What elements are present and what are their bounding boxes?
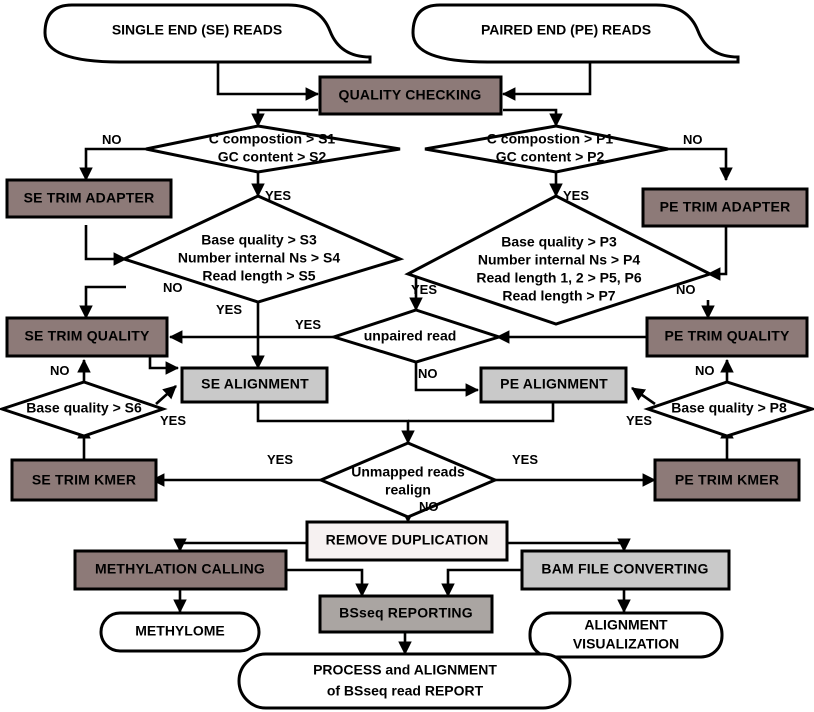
alignment-visualization-line2: VISUALIZATION [573, 636, 679, 652]
node-pe-trim-quality[interactable]: PE TRIM QUALITY [645, 316, 809, 358]
edge-quality-to-se-comp [251, 108, 318, 128]
node-se-trim-adapter[interactable]: SE TRIM ADAPTER [5, 178, 173, 219]
edge-pe-adapter-to-pe-qual [706, 225, 728, 281]
node-remove-duplication[interactable]: REMOVE DUPLICATION [305, 520, 509, 562]
edge-se-comp-no [79, 147, 148, 182]
pe-trim-quality-label: PE TRIM QUALITY [664, 328, 790, 344]
node-quality-checking[interactable]: QUALITY CHECKING [318, 75, 503, 116]
node-unmapped-reads-decision[interactable]: Unmapped reads realign [317, 441, 499, 519]
unpaired-read-label: unpaired read [364, 328, 457, 344]
node-alignment-visualization[interactable]: ALIGNMENT VISUALIZATION [528, 611, 724, 659]
final-report-line1: PROCESS and ALIGNMENT [313, 662, 497, 678]
edge-bam-to-bsseq [441, 568, 524, 598]
label-unmapped-yes-right: YES [512, 452, 538, 467]
unmapped-reads-shape [317, 441, 499, 519]
node-bsseq-reporting[interactable]: BSseq REPORTING [318, 594, 494, 634]
pe-trim-kmer-label: PE TRIM KMER [675, 472, 779, 488]
edge-pe-basequal-yes [631, 386, 656, 406]
edge-se-qual-no [79, 285, 126, 320]
quality-checking-label: QUALITY CHECKING [339, 87, 482, 103]
pe-alignment-label: PE ALIGNMENT [500, 376, 608, 392]
final-report-line2: of BSseq read REPORT [327, 683, 484, 699]
edge-quality-to-pe-comp [503, 108, 563, 128]
se-composition-line1: C compostion > S1 [209, 131, 336, 147]
node-se-composition-decision[interactable]: C compostion > S1 GC content > S2 [145, 124, 401, 174]
se-quality-line-1: Number internal Ns > S4 [178, 250, 340, 266]
node-pe-basequality-decision[interactable]: Base quality > P8 [643, 380, 814, 438]
label-se-comp-yes: YES [265, 188, 291, 203]
methylome-label: METHYLOME [135, 623, 224, 639]
se-alignment-label: SE ALIGNMENT [201, 376, 309, 392]
label-unmapped-no: NO [419, 499, 439, 514]
label-pe-basequal-no: NO [695, 363, 715, 378]
label-unpaired-yes-left: YES [295, 317, 321, 332]
edge-se-basequal-yes [155, 385, 177, 405]
methylation-calling-label: METHYLATION CALLING [95, 561, 265, 577]
se-trim-adapter-label: SE TRIM ADAPTER [24, 190, 155, 206]
node-se-alignment[interactable]: SE ALIGNMENT [180, 366, 329, 404]
node-se-trim-kmer[interactable]: SE TRIM KMER [10, 458, 158, 502]
alignment-visualization-line1: ALIGNMENT [584, 617, 668, 633]
label-se-comp-no: NO [102, 132, 122, 147]
node-se-trim-quality[interactable]: SE TRIM QUALITY [5, 316, 169, 358]
node-methylome[interactable]: METHYLOME [99, 611, 261, 653]
flowchart-canvas: SINGLE END (SE) READS PAIRED END (PE) RE… [0, 3, 814, 710]
edge-pe-alignment-to-unmapped [408, 402, 555, 423]
edge-se-reads-to-quality [216, 62, 320, 101]
node-final-report[interactable]: PROCESS and ALIGNMENT of BSseq read REPO… [237, 652, 572, 710]
pe-trim-adapter-label: PE TRIM ADAPTER [660, 199, 791, 215]
node-bam-file-converting[interactable]: BAM FILE CONVERTING [520, 549, 731, 591]
edge-methylation-to-bsseq [285, 568, 369, 598]
label-pe-comp-no: NO [683, 132, 703, 147]
pe-reads-label: PAIRED END (PE) READS [481, 22, 651, 38]
pe-basequality-label: Base quality > P8 [671, 400, 787, 416]
label-se-qual-yes: YES [216, 302, 242, 317]
bam-file-converting-label: BAM FILE CONVERTING [541, 561, 708, 577]
label-pe-comp-yes: YES [563, 188, 589, 203]
unmapped-reads-line2: realign [385, 482, 431, 498]
node-unpaired-read-decision[interactable]: unpaired read [329, 308, 505, 364]
se-reads-label: SINGLE END (SE) READS [112, 22, 282, 38]
pe-composition-line1: C compostion > P1 [487, 131, 614, 147]
node-pe-trim-kmer[interactable]: PE TRIM KMER [653, 458, 801, 502]
node-methylation-calling[interactable]: METHYLATION CALLING [73, 549, 288, 591]
pe-quality-line-3: Read length > P7 [502, 288, 615, 304]
node-pe-composition-decision[interactable]: C compostion > P1 GC content > P2 [424, 124, 669, 174]
se-quality-line-0: Base quality > S3 [201, 232, 317, 248]
pe-quality-line-2: Read length 1, 2 > P5, P6 [476, 270, 642, 286]
node-pe-alignment[interactable]: PE ALIGNMENT [479, 366, 628, 404]
bsseq-reporting-label: BSseq REPORTING [339, 605, 473, 621]
pe-quality-line-1: Number internal Ns > P4 [478, 252, 640, 268]
se-quality-line-2: Read length > S5 [202, 268, 315, 284]
edge-pe-comp-no [666, 147, 733, 182]
se-trim-kmer-label: SE TRIM KMER [32, 472, 136, 488]
node-pe-trim-adapter[interactable]: PE TRIM ADAPTER [641, 187, 809, 228]
label-se-qual-no: NO [163, 280, 183, 295]
pe-composition-line2: GC content > P2 [496, 149, 605, 165]
label-se-basequal-yes: YES [160, 413, 186, 428]
node-se-reads[interactable]: SINGLE END (SE) READS [43, 3, 372, 64]
label-unpaired-no: NO [418, 366, 438, 381]
label-pe-basequal-yes: YES [626, 413, 652, 428]
label-se-basequal-no: NO [50, 363, 70, 378]
edge-pe-reads-to-quality [501, 62, 592, 101]
remove-duplication-label: REMOVE DUPLICATION [326, 532, 489, 548]
node-pe-reads[interactable]: PAIRED END (PE) READS [411, 3, 740, 64]
node-se-basequality-decision[interactable]: Base quality > S6 [0, 380, 168, 438]
label-pe-qual-no: NO [676, 282, 696, 297]
pe-quality-line-0: Base quality > P3 [501, 234, 617, 250]
edge-se-adapter-to-se-qual [84, 225, 128, 266]
se-composition-line2: GC content > S2 [218, 149, 327, 165]
se-basequality-label: Base quality > S6 [26, 400, 142, 416]
se-trim-quality-label: SE TRIM QUALITY [24, 328, 150, 344]
edge-se-alignment-to-unmapped [256, 402, 415, 445]
unmapped-reads-line1: Unmapped reads [351, 464, 465, 480]
label-unmapped-yes-left: YES [267, 452, 293, 467]
edge-se-trimqual-to-se-alignment [86, 354, 180, 375]
label-pe-qual-yes: YES [411, 282, 437, 297]
